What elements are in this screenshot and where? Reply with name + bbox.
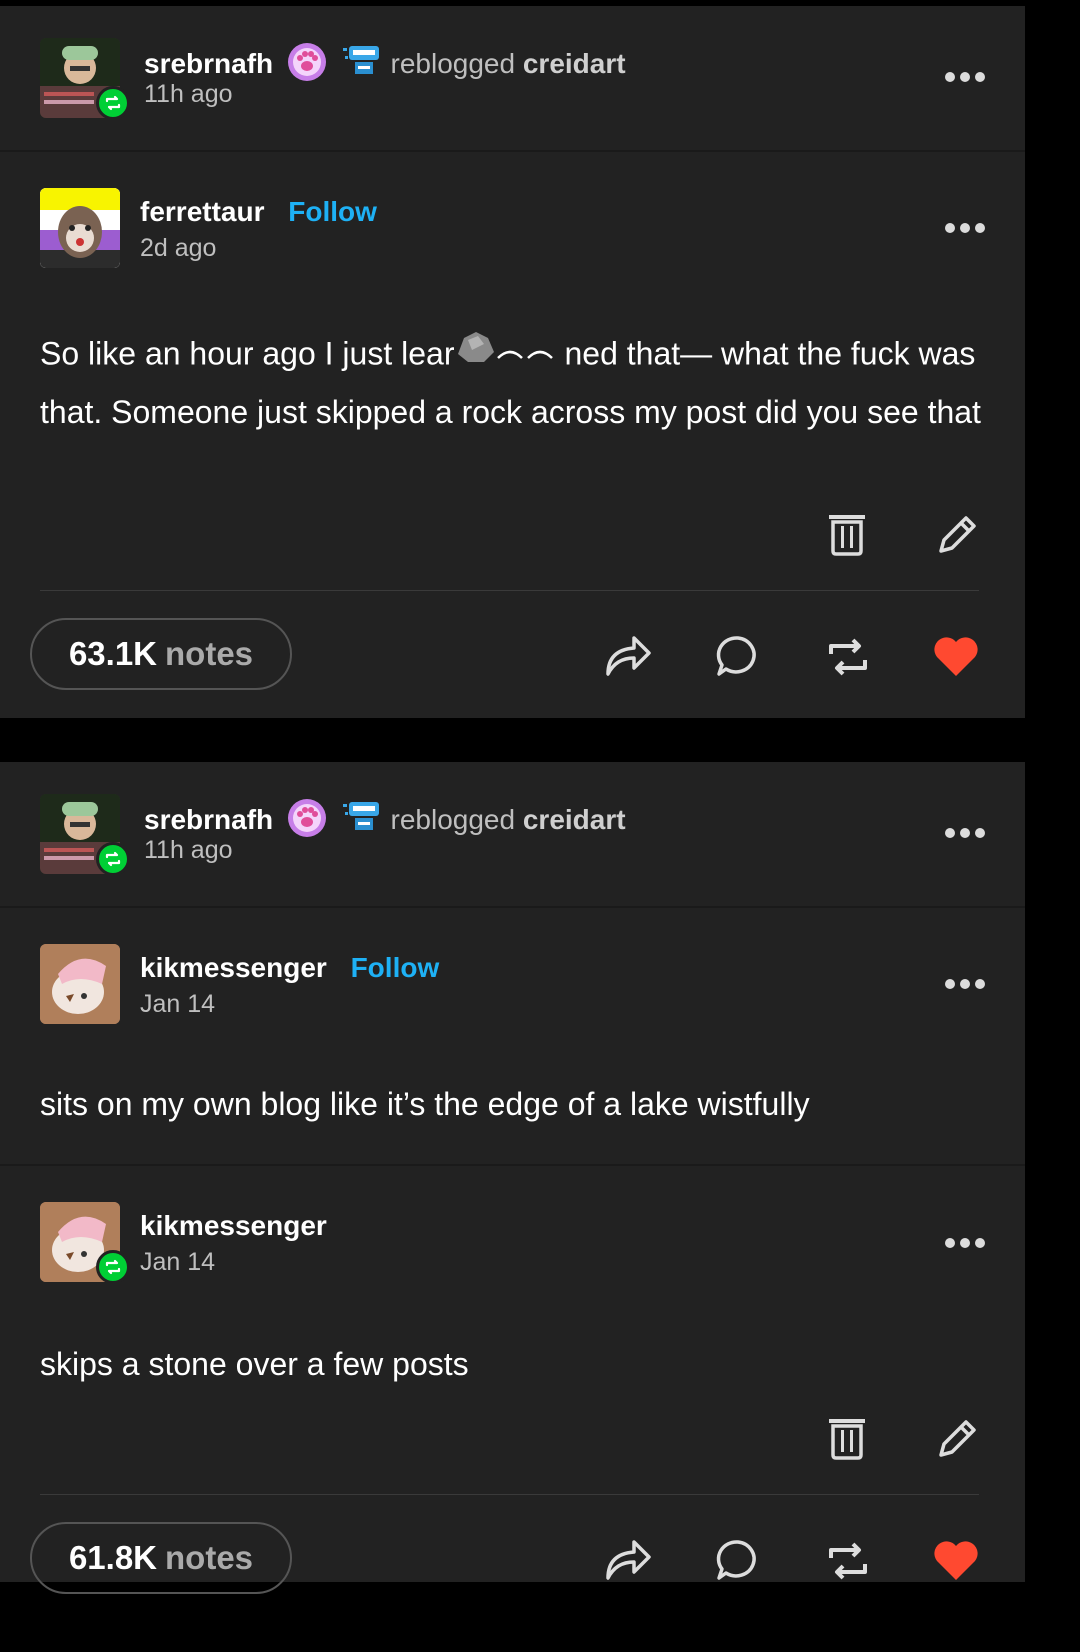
notes-button[interactable]: 61.8K notes bbox=[30, 1522, 292, 1594]
original-author: kikmessenger Follow bbox=[140, 952, 439, 984]
robot-badge-icon bbox=[341, 798, 383, 845]
reblog-source[interactable]: creidart bbox=[523, 804, 626, 835]
kikmessenger-avatar[interactable] bbox=[40, 944, 120, 1024]
reply-divider bbox=[0, 1164, 1025, 1166]
original-author-name[interactable]: ferrettaur bbox=[140, 196, 264, 227]
edit-icon[interactable] bbox=[936, 514, 978, 561]
original-author: ferrettaur Follow bbox=[140, 196, 377, 228]
trash-icon[interactable] bbox=[828, 512, 866, 561]
trash-icon[interactable] bbox=[828, 1416, 866, 1465]
reblog-action: reblogged bbox=[390, 803, 516, 835]
notes-count: 63.1K bbox=[68, 635, 158, 672]
header-divider bbox=[0, 150, 1025, 152]
footer-rule bbox=[40, 1494, 979, 1495]
share-icon[interactable] bbox=[604, 1536, 652, 1587]
more-icon[interactable] bbox=[945, 979, 985, 989]
original-author-name[interactable]: kikmessenger bbox=[140, 952, 327, 983]
post-body: So like an hour ago I just lear ned that—… bbox=[40, 326, 990, 439]
reblog-icon[interactable] bbox=[825, 1540, 871, 1587]
original-time: 2d ago bbox=[140, 234, 217, 262]
post-card-2: srebrnafh reblogged creidart 11h ago kik… bbox=[0, 762, 1025, 1594]
notes-label: notes bbox=[165, 635, 254, 672]
reply-icon[interactable] bbox=[716, 634, 760, 683]
heart-icon[interactable] bbox=[932, 1538, 980, 1587]
reply-time: Jan 14 bbox=[140, 1248, 216, 1276]
post-body-part1: So like an hour ago I just lear bbox=[40, 335, 455, 372]
reblog-action: reblogged bbox=[390, 47, 516, 79]
post-card-1: srebrnafh reblogged creidart 11h ago fer… bbox=[0, 6, 1025, 718]
reblog-icon[interactable] bbox=[825, 636, 871, 683]
paw-badge-icon bbox=[287, 42, 327, 89]
reblog-badge-icon bbox=[96, 1250, 130, 1284]
reply-body: skips a stone over a few posts bbox=[40, 1346, 469, 1382]
heart-icon[interactable] bbox=[932, 634, 980, 683]
follow-button[interactable]: Follow bbox=[351, 952, 440, 983]
original-body: sits on my own blog like it’s the edge o… bbox=[40, 1086, 810, 1122]
more-icon[interactable] bbox=[945, 223, 985, 233]
reblog-source[interactable]: creidart bbox=[523, 48, 626, 79]
robot-badge-icon bbox=[341, 42, 383, 89]
notes-label: notes bbox=[165, 1539, 254, 1576]
footer-rule bbox=[40, 590, 979, 591]
more-icon[interactable] bbox=[945, 1238, 985, 1248]
reply-author-name[interactable]: kikmessenger bbox=[140, 1210, 327, 1242]
header-divider bbox=[0, 906, 1025, 908]
edit-icon[interactable] bbox=[936, 1418, 978, 1465]
reblog-time: 11h ago bbox=[144, 836, 233, 864]
reblog-badge-icon bbox=[96, 86, 130, 120]
reblog-time: 11h ago bbox=[144, 80, 233, 108]
notes-count: 61.8K bbox=[68, 1539, 158, 1576]
rock-skip-icon bbox=[454, 326, 564, 386]
more-icon[interactable] bbox=[945, 828, 985, 838]
reblog-badge-icon bbox=[96, 842, 130, 876]
ferrettaur-avatar[interactable] bbox=[40, 188, 120, 268]
reply-icon[interactable] bbox=[716, 1538, 760, 1587]
reblogger-name[interactable]: srebrnafh bbox=[144, 804, 273, 835]
paw-badge-icon bbox=[287, 798, 327, 845]
follow-button[interactable]: Follow bbox=[288, 196, 377, 227]
original-time: Jan 14 bbox=[140, 990, 216, 1018]
notes-button[interactable]: 63.1K notes bbox=[30, 618, 292, 690]
reblogger-name[interactable]: srebrnafh bbox=[144, 48, 273, 79]
share-icon[interactable] bbox=[604, 632, 652, 683]
more-icon[interactable] bbox=[945, 72, 985, 82]
